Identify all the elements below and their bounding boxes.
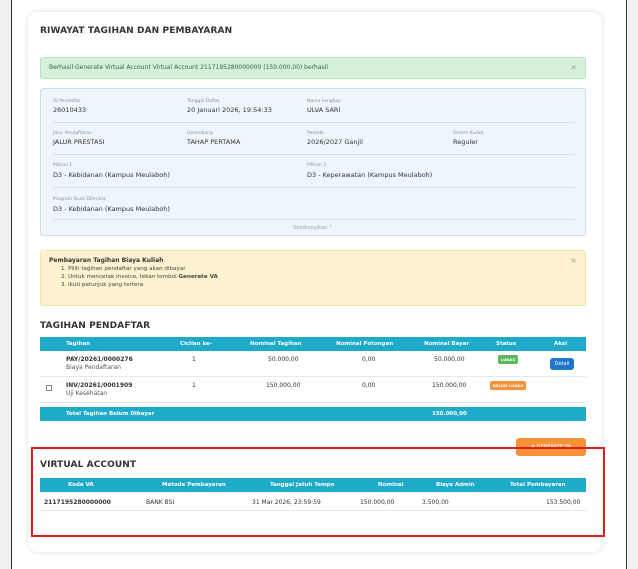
- gelombang-value: TAHAP PERTAMA: [187, 138, 241, 146]
- tgl-value: 20 Januari 2026, 19:54:33: [187, 106, 272, 114]
- pilihan1-value: D3 - Kebidanan (Kampus Meulaboh): [53, 171, 170, 179]
- id-label: ID Pendaftar: [53, 99, 81, 104]
- divider: [53, 154, 575, 155]
- id-value: 26010433: [53, 106, 87, 114]
- total-label: Total Tagihan Belum Dibayar: [66, 411, 155, 417]
- table-row: INV/20261/0001909 Uji Kesehatan 1 150.00…: [40, 377, 586, 403]
- tagihan-desc: Biaya Pendaftaran: [66, 364, 121, 371]
- prodi-label: Program Studi Diterima: [53, 197, 106, 202]
- nama-value: ULVA SARI: [307, 106, 341, 114]
- pilihan2-value: D3 - Keperawatan (Kampus Meulaboh): [307, 171, 433, 179]
- detail-button[interactable]: Detail: [550, 358, 574, 370]
- header-nominal-bayar: Nominal Bayar: [424, 341, 470, 347]
- table-header: Tagihan Cicilan ke- Nominal Tagihan Nomi…: [40, 337, 586, 351]
- pilihan2-label: Pilihan 2: [307, 163, 327, 168]
- applicant-info-panel: ID Pendaftar 26010433 Tanggal Daftar 20 …: [40, 88, 586, 236]
- tagihan-code: PAY/20261/0000276: [66, 356, 133, 363]
- header-tagihan: Tagihan: [66, 341, 91, 347]
- tagihan-desc: Uji Kesehatan: [66, 390, 108, 397]
- table-row: PAY/20261/0000276 Biaya Pendaftaran 1 50…: [40, 351, 586, 377]
- divider: [53, 187, 575, 188]
- periode-label: Periode: [307, 131, 324, 136]
- jalur-value: JALUR PRESTASI: [53, 138, 105, 146]
- row-checkbox[interactable]: [46, 385, 52, 391]
- instruction-step-2-bold: Generate VA: [178, 274, 218, 280]
- instruction-step-2: 2. Untuk mencetak invoice, tekan tombol …: [61, 274, 218, 280]
- page-title: RIWAYAT TAGIHAN DAN PEMBAYARAN: [40, 26, 233, 36]
- success-alert: Berhasil Generate Virtual Account Virtua…: [40, 57, 586, 79]
- tagihan-title: TAGIHAN PENDAFTAR: [40, 321, 151, 331]
- nominal-tagihan-value: 150.000,00: [266, 382, 301, 389]
- total-row: Total Tagihan Belum Dibayar 150.000,00: [40, 407, 586, 421]
- jalur-label: Jalur Pendaftaran: [53, 131, 92, 136]
- tgl-label: Tanggal Daftar: [187, 99, 220, 104]
- header-nominal-tagihan: Nominal Tagihan: [250, 341, 302, 347]
- highlight-box: [31, 447, 605, 537]
- periode-value: 2026/2027 Ganjil: [307, 138, 363, 146]
- header-cicilan: Cicilan ke-: [180, 341, 213, 347]
- header-nominal-potongan: Nominal Potongan: [336, 341, 394, 347]
- nama-label: Nama Lengkap: [307, 99, 341, 104]
- gelombang-label: Gelombang: [187, 131, 213, 136]
- sistem-value: Reguler: [453, 138, 478, 146]
- prodi-value: D3 - Kebidanan (Kampus Meulaboh): [53, 205, 170, 213]
- nominal-potongan-value: 0,00: [362, 382, 376, 389]
- close-icon[interactable]: ×: [570, 63, 577, 72]
- nominal-tagihan-value: 50.000,00: [268, 356, 299, 363]
- tagihan-code: INV/20261/0001909: [66, 382, 133, 389]
- total-value: 150.000,00: [432, 411, 467, 417]
- sistem-label: Sistem Kuliah: [453, 131, 484, 136]
- cicilan-value: 1: [192, 356, 196, 363]
- divider: [53, 219, 575, 220]
- status-badge: LUNAS: [498, 355, 519, 364]
- nominal-potongan-value: 0,00: [362, 356, 376, 363]
- payment-instructions-alert: Pembayaran Tagihan Biaya Kuliah 1. Pilih…: [40, 250, 586, 306]
- close-icon[interactable]: ×: [570, 256, 577, 265]
- nominal-bayar-value: 150.000,00: [432, 382, 467, 389]
- cicilan-value: 1: [192, 382, 196, 389]
- header-aksi: Aksi: [554, 341, 568, 347]
- success-message: Berhasil Generate Virtual Account Virtua…: [49, 64, 328, 71]
- status-badge: BELUM LUNAS: [490, 381, 527, 390]
- instruction-step-1: 1. Pilih tagihan pendaftar yang akan dib…: [61, 266, 186, 272]
- divider: [53, 122, 575, 123]
- instruction-step-3: 3. Ikuti petunjuk yang tertera: [61, 282, 144, 288]
- instruction-step-2-text: 2. Untuk mencetak invoice, tekan tombol: [61, 274, 179, 280]
- tagihan-table: Tagihan Cicilan ke- Nominal Tagihan Nomi…: [40, 337, 586, 441]
- instructions-title: Pembayaran Tagihan Biaya Kuliah: [49, 257, 164, 264]
- pilihan1-label: Pilihan 1: [53, 163, 73, 168]
- header-status: Status: [496, 341, 517, 347]
- hide-details-toggle[interactable]: Sembunyikan ⌃: [41, 225, 585, 231]
- nominal-bayar-value: 50.000,00: [434, 356, 465, 363]
